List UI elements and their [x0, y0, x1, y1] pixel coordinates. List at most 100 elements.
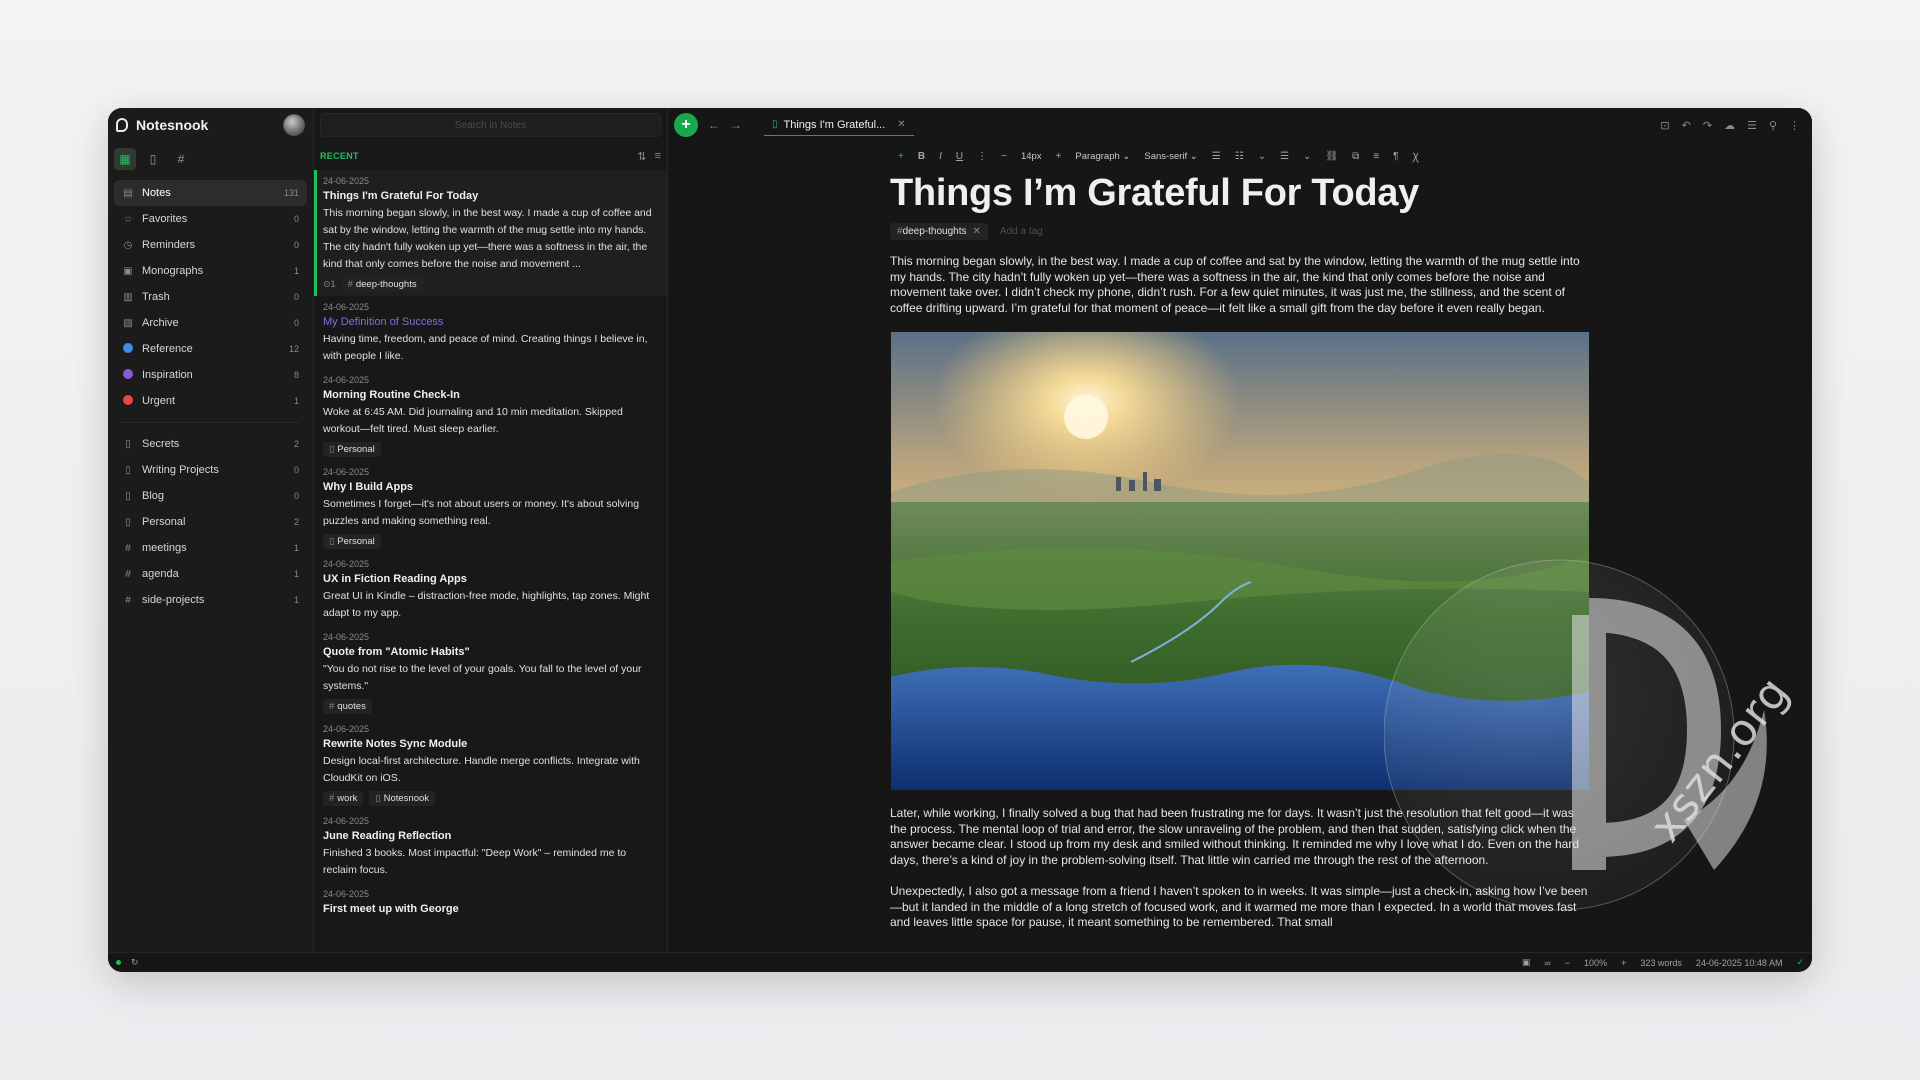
sidebar-item-count: 0	[293, 240, 299, 250]
refresh-icon[interactable]: ↻	[131, 957, 139, 968]
italic-button[interactable]: I	[939, 151, 942, 162]
back-arrow-icon[interactable]: ←	[708, 118, 720, 132]
sidebar-item-writing-projects[interactable]: ▯ Writing Projects 0	[114, 457, 307, 483]
sidebar-item-label: Inspiration	[142, 369, 193, 381]
color-dot-icon	[122, 394, 134, 408]
sidebar-item-inspiration[interactable]: Inspiration 8	[114, 362, 307, 388]
sidebar-item-secrets[interactable]: ▯ Secrets 2	[114, 431, 307, 457]
sidebar-item-blog[interactable]: ▯ Blog 0	[114, 483, 307, 509]
forward-arrow-icon[interactable]: →	[730, 118, 742, 132]
more-icon[interactable]: ⋮	[1789, 119, 1800, 132]
notebook-view-icon[interactable]: ▯	[142, 148, 164, 170]
list-item[interactable]: 24-06-2025 My Definition of Success Havi…	[314, 296, 667, 369]
underline-button[interactable]: U	[956, 151, 963, 162]
chevron-down-icon[interactable]: ⌄	[1303, 151, 1311, 162]
hash-icon: #	[125, 568, 131, 580]
font-size-increase-icon[interactable]: +	[1056, 151, 1062, 162]
bullet-list-icon[interactable]: ☰	[1212, 151, 1221, 162]
list-item[interactable]: 24-06-2025 Rewrite Notes Sync Module Des…	[314, 718, 667, 810]
block-type-select[interactable]: Paragraph ⌄	[1075, 151, 1130, 162]
font-family-select[interactable]: Sans-serif ⌄	[1144, 151, 1197, 162]
notebook-chip[interactable]: ▯ Notesnook	[369, 791, 436, 806]
font-size-value[interactable]: 14px	[1021, 151, 1042, 162]
paragraph[interactable]: Unexpectedly, I also got a message from …	[890, 884, 1590, 931]
note-preview: Woke at 6:45 AM. Did journaling and 10 m…	[323, 406, 623, 435]
grid-view-icon[interactable]: ▦	[114, 148, 136, 170]
sidebar-divider	[122, 422, 299, 423]
list-item[interactable]: 24-06-2025 Quote from "Atomic Habits" "Y…	[314, 626, 667, 718]
tag-chip[interactable]: # work	[323, 791, 364, 806]
list-view-icon[interactable]: ≡	[655, 150, 661, 163]
properties-icon[interactable]: ☰	[1747, 119, 1757, 132]
sidebar-item-urgent[interactable]: Urgent 1	[114, 388, 307, 414]
sidebar-item-monographs[interactable]: ▣ Monographs 1	[114, 258, 307, 284]
note-title: UX in Fiction Reading Apps	[323, 573, 467, 585]
star-icon: ☆	[123, 213, 133, 225]
numbered-list-icon[interactable]: ☷	[1235, 151, 1244, 162]
sidebar-item-count: 8	[293, 370, 299, 380]
list-item[interactable]: 24-06-2025 First meet up with George	[314, 883, 667, 922]
zoom-out-icon[interactable]: −	[1565, 958, 1570, 968]
list-item[interactable]: 24-06-2025 Why I Build Apps Sometimes I …	[314, 461, 667, 553]
redo-icon[interactable]: ↷	[1703, 119, 1712, 132]
paragraph[interactable]: This morning began slowly, in the best w…	[890, 254, 1590, 316]
app-name: Notesnook	[136, 117, 209, 133]
tags-view-icon[interactable]: #	[170, 148, 192, 170]
sidebar-item-meetings[interactable]: # meetings 1	[114, 535, 307, 561]
sidebar-item-personal[interactable]: ▯ Personal 2	[114, 509, 307, 535]
zoom-level[interactable]: 100%	[1584, 958, 1607, 968]
clear-format-icon[interactable]: Ꭓ	[1413, 149, 1419, 163]
notebook-chip[interactable]: ▯ Personal	[323, 442, 381, 457]
list-item[interactable]: 24-06-2025 Morning Routine Check-In Woke…	[314, 369, 667, 461]
insert-icon[interactable]: +	[898, 151, 904, 162]
page-title[interactable]: Things I’m Grateful For Today	[890, 172, 1608, 215]
align-icon[interactable]: ≡	[1373, 151, 1379, 162]
close-icon[interactable]: ✕	[973, 226, 981, 237]
tag-chip[interactable]: # deep-thoughts	[341, 277, 423, 292]
cloud-icon[interactable]: ☁	[1724, 119, 1735, 132]
read-mode-icon[interactable]: ∞	[1544, 958, 1550, 968]
search-input[interactable]: Search in Notes	[320, 113, 661, 137]
sidebar-item-reminders[interactable]: ◷ Reminders 0	[114, 232, 307, 258]
sidebar-item-archive[interactable]: ▧ Archive 0	[114, 310, 307, 336]
search-icon[interactable]: ⚲	[1769, 119, 1777, 132]
sidebar-item-agenda[interactable]: # agenda 1	[114, 561, 307, 587]
sort-icon[interactable]: ⇅	[637, 150, 646, 163]
note-preview: Finished 3 books. Most impactful: "Deep …	[323, 847, 627, 876]
list-item[interactable]: 24-06-2025 UX in Fiction Reading Apps Gr…	[314, 553, 667, 626]
trash-icon: ▥	[123, 291, 133, 303]
sidebar-item-favorites[interactable]: ☆ Favorites 0	[114, 206, 307, 232]
note-title: Rewrite Notes Sync Module	[323, 738, 468, 750]
close-icon[interactable]: ✕	[897, 119, 905, 130]
paragraph-icon[interactable]: ¶	[1393, 151, 1398, 162]
checklist-icon[interactable]: ☰	[1280, 151, 1289, 162]
export-icon[interactable]: ⊡	[1660, 119, 1669, 132]
tag-chip[interactable]: # quotes	[323, 699, 372, 714]
new-note-button[interactable]: +	[674, 113, 698, 137]
add-tag-input[interactable]: Add a tag	[1000, 226, 1043, 237]
sidebar-item-notes[interactable]: ▤ Notes 131	[114, 180, 307, 206]
tab-current-note[interactable]: ▯ Things I'm Grateful... ✕	[764, 115, 914, 136]
layout-icon[interactable]: ▣	[1522, 957, 1531, 968]
app-window: Notesnook ▦ ▯ # ▤ Notes 131 ☆ Favorites …	[108, 108, 1812, 972]
paragraph[interactable]: Later, while working, I finally solved a…	[890, 806, 1590, 868]
attachment-icon[interactable]: ⧉	[1352, 151, 1359, 162]
avatar[interactable]	[283, 114, 305, 136]
sidebar-item-label: side-projects	[142, 594, 205, 606]
font-size-decrease-icon[interactable]: −	[1001, 151, 1007, 162]
sidebar-item-trash[interactable]: ▥ Trash 0	[114, 284, 307, 310]
undo-icon[interactable]: ↶	[1682, 119, 1691, 132]
status-right: ▣ ∞ − 100% + 323 words 24-06-2025 10:48 …	[1522, 957, 1804, 968]
list-item[interactable]: 24-06-2025 Things I'm Grateful For Today…	[314, 170, 667, 296]
bold-button[interactable]: B	[918, 151, 925, 162]
tag-chip[interactable]: #deep-thoughts ✕	[890, 223, 988, 240]
link-icon[interactable]: ⛓	[1325, 151, 1338, 162]
sidebar-item-side-projects[interactable]: # side-projects 1	[114, 587, 307, 613]
chevron-down-icon[interactable]: ⌄	[1258, 151, 1266, 162]
list-item[interactable]: 24-06-2025 June Reading Reflection Finis…	[314, 810, 667, 883]
zoom-in-icon[interactable]: +	[1621, 958, 1626, 968]
sidebar: Notesnook ▦ ▯ # ▤ Notes 131 ☆ Favorites …	[108, 108, 314, 952]
notebook-chip[interactable]: ▯ Personal	[323, 534, 381, 549]
more-format-icon[interactable]: ⋮	[977, 151, 987, 162]
sidebar-item-reference[interactable]: Reference 12	[114, 336, 307, 362]
